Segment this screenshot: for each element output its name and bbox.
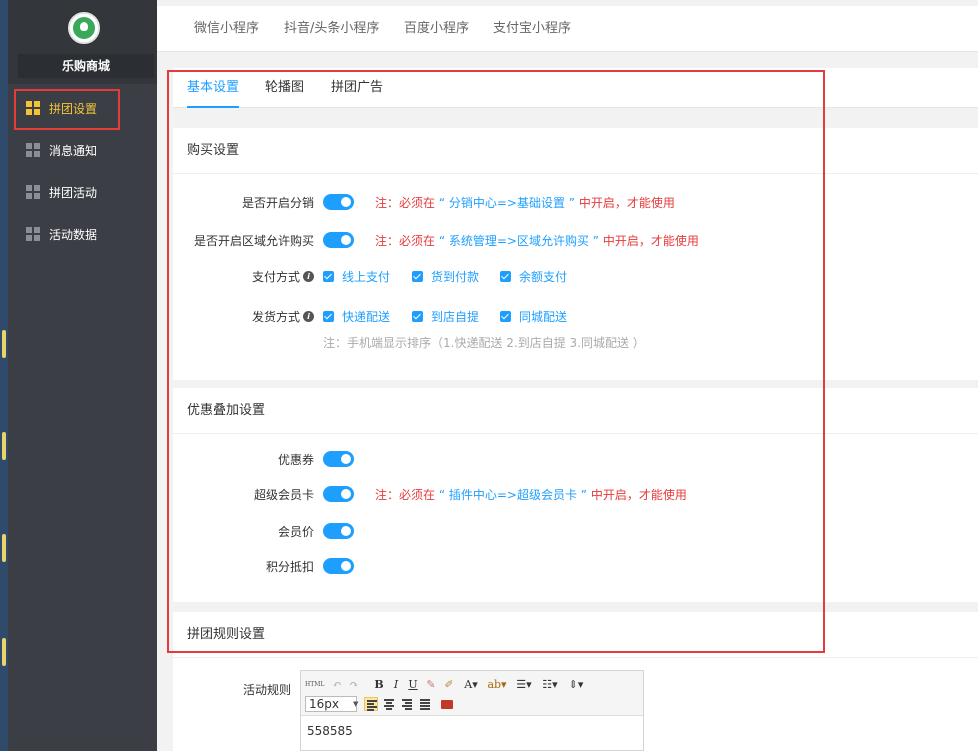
brand-area: 乐购商城 [8, 0, 157, 84]
distribution-toggle[interactable] [323, 194, 354, 210]
redo-icon[interactable]: ↷ [348, 677, 360, 693]
check-icon [500, 310, 511, 322]
font-size-select[interactable]: 16px [305, 696, 357, 712]
rules-label: 活动规则 [243, 683, 292, 697]
delivery-label: 发货方式 i [252, 308, 314, 325]
line-height-icon[interactable]: ⇕▾ [565, 677, 587, 693]
coupon-toggle[interactable] [323, 451, 354, 467]
vip-card-label: 超级会员卡 [253, 487, 314, 502]
tab-alipay[interactable]: 支付宝小程序 [493, 6, 571, 52]
grid-icon [26, 143, 40, 157]
vip-card-row: 超级会员卡 注：必须在 “ 插件中心=>超级会员卡 ” 中开启，才能使用 [173, 482, 978, 506]
delivery-order-hint: 注：手机端显示排序（1.快递配送 2.到店自提 3.同城配送 ） [323, 336, 645, 350]
desktop-marker [2, 330, 6, 358]
coupon-label: 优惠券 [277, 452, 314, 467]
vip-card-note: 注：必须在 “ 插件中心=>超级会员卡 ” 中开启，才能使用 [375, 487, 687, 502]
sidebar-item-label: 活动数据 [49, 227, 98, 242]
region-label: 是否开启区域允许购买 [193, 233, 314, 248]
payment-label: 支付方式 i [252, 268, 314, 285]
format-painter-icon[interactable]: ✐ [442, 677, 456, 693]
desktop-marker [2, 534, 6, 562]
shop-name: 乐购商城 [18, 54, 154, 78]
italic-button[interactable]: I [390, 677, 402, 693]
delivery-local-checkbox[interactable]: 同城配送 [500, 308, 567, 325]
chevron-down-icon: ▼ [353, 700, 359, 708]
unordered-list-icon[interactable]: ☷▾ [539, 677, 561, 693]
undo-icon[interactable]: ↶ [331, 677, 343, 693]
tab-carousel[interactable]: 轮播图 [265, 68, 304, 108]
editor-toolbar: HTML ↶ ↷ B I U ✎ ✐ A▾ ab▾ ☰▾ ☷▾ ⇕▾ 16px … [301, 671, 643, 716]
coupon-row: 优惠券 [173, 447, 978, 471]
info-icon[interactable]: i [303, 270, 314, 282]
tab-baidu[interactable]: 百度小程序 [404, 6, 469, 52]
check-icon [412, 310, 423, 322]
desktop-marker [2, 432, 6, 460]
sidebar-item-activity-data[interactable]: 活动数据 [14, 214, 154, 254]
region-note: 注：必须在 “ 系统管理=>区域允许购买 ” 中开启，才能使用 [375, 233, 699, 248]
sidebar-item-label: 消息通知 [49, 143, 98, 158]
check-icon [412, 270, 423, 282]
shop-logo[interactable] [68, 12, 100, 44]
member-price-label: 会员价 [277, 524, 314, 539]
member-price-toggle[interactable] [323, 523, 354, 539]
sidebar-item-notifications[interactable]: 消息通知 [14, 130, 154, 170]
rules-editor[interactable]: HTML ↶ ↷ B I U ✎ ✐ A▾ ab▾ ☰▾ ☷▾ ⇕▾ 16px … [300, 670, 644, 751]
sidebar-item-label: 拼团活动 [49, 185, 98, 200]
align-justify-icon[interactable] [418, 697, 432, 711]
delivery-row: 发货方式 i 快递配送 到店自提 同城配送 [173, 304, 978, 328]
main-content: 基本设置 轮播图 拼团广告 购买设置 是否开启分销 注：必须在 “ 分销中心=>… [157, 52, 978, 751]
delivery-express-checkbox[interactable]: 快递配送 [323, 308, 390, 325]
region-toggle[interactable] [323, 232, 354, 248]
grid-icon [26, 227, 40, 241]
points-label: 积分抵扣 [265, 559, 314, 574]
tab-basic-settings[interactable]: 基本设置 [187, 68, 240, 108]
payment-cod-checkbox[interactable]: 货到付款 [412, 268, 479, 285]
sidebar-item-group-activities[interactable]: 拼团活动 [14, 172, 154, 212]
check-icon [500, 270, 511, 282]
member-price-row: 会员价 [173, 519, 978, 543]
tab-group-ads[interactable]: 拼团广告 [331, 68, 383, 108]
panel-title: 拼团规则设置 [173, 612, 978, 658]
distribution-note: 注：必须在 “ 分销中心=>基础设置 ” 中开启，才能使用 [375, 195, 675, 210]
align-left-icon[interactable] [364, 697, 378, 711]
highlight-color-icon[interactable]: ab▾ [487, 677, 507, 693]
region-row: 是否开启区域允许购买 注：必须在 “ 系统管理=>区域允许购买 ” 中开启，才能… [173, 228, 978, 252]
tab-wechat[interactable]: 微信小程序 [194, 6, 259, 52]
align-center-icon[interactable] [382, 697, 396, 711]
eraser-icon[interactable]: ✎ [425, 677, 437, 693]
vip-card-toggle[interactable] [323, 486, 354, 502]
platform-tabs: 微信小程序 抖音/头条小程序 百度小程序 支付宝小程序 [157, 6, 978, 52]
align-right-icon[interactable] [400, 697, 414, 711]
font-color-button[interactable]: A▾ [461, 677, 481, 693]
nav-highlight-box [14, 89, 120, 130]
image-insert-icon[interactable] [441, 700, 453, 709]
editor-content[interactable]: 558585 [301, 716, 643, 746]
delivery-pickup-checkbox[interactable]: 到店自提 [412, 308, 479, 325]
check-icon [323, 310, 334, 322]
panel-title: 优惠叠加设置 [173, 388, 978, 434]
distribution-label: 是否开启分销 [241, 195, 314, 210]
desktop-marker [2, 638, 6, 666]
check-icon [323, 270, 334, 282]
payment-balance-checkbox[interactable]: 余额支付 [500, 268, 567, 285]
distribution-row: 是否开启分销 注：必须在 “ 分销中心=>基础设置 ” 中开启，才能使用 [173, 190, 978, 214]
points-toggle[interactable] [323, 558, 354, 574]
discount-settings-panel: 优惠叠加设置 优惠券 超级会员卡 注：必须在 “ 插件中心=>超级会员卡 ” 中… [173, 388, 978, 602]
settings-tabs: 基本设置 轮播图 拼团广告 [173, 68, 978, 108]
underline-button[interactable]: U [407, 677, 419, 693]
html-source-button[interactable]: HTML [305, 677, 324, 693]
desktop-edge [0, 0, 8, 751]
points-row: 积分抵扣 [173, 554, 978, 578]
payment-row: 支付方式 i 线上支付 货到付款 余额支付 [173, 264, 978, 288]
info-icon[interactable]: i [303, 310, 314, 322]
bold-button[interactable]: B [373, 677, 385, 693]
grid-icon [26, 185, 40, 199]
tab-douyin[interactable]: 抖音/头条小程序 [284, 6, 379, 52]
ordered-list-icon[interactable]: ☰▾ [513, 677, 535, 693]
panel-title: 购买设置 [173, 128, 978, 174]
payment-online-checkbox[interactable]: 线上支付 [323, 268, 390, 285]
purchase-settings-panel: 购买设置 是否开启分销 注：必须在 “ 分销中心=>基础设置 ” 中开启，才能使… [173, 128, 978, 380]
